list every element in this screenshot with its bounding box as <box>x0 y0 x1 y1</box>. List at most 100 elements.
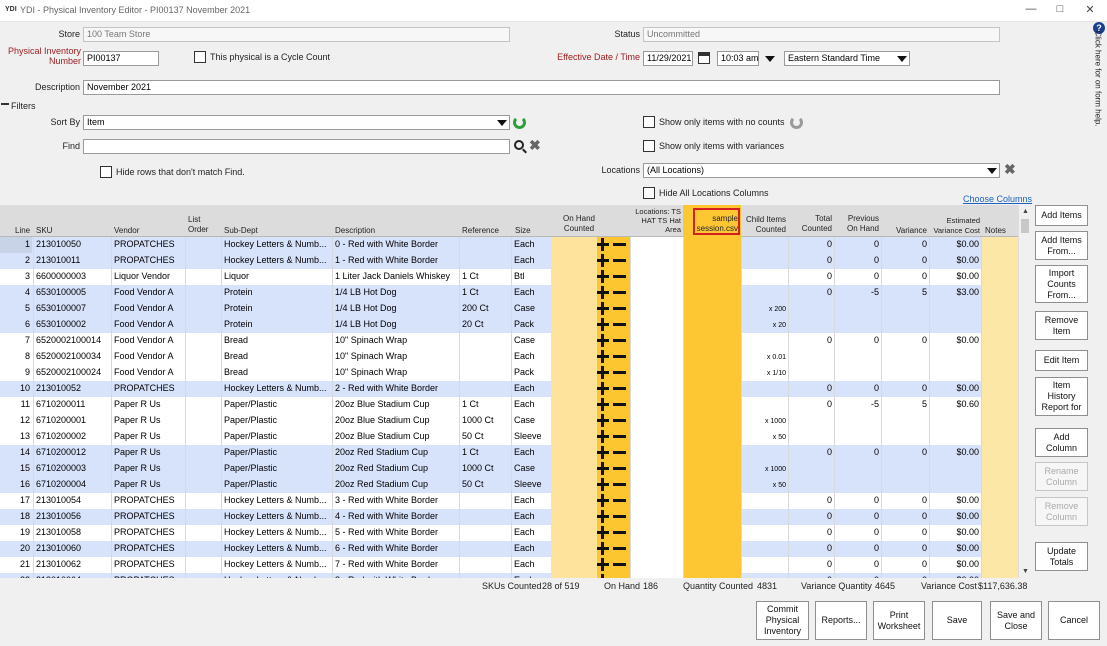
plus-icon[interactable] <box>597 510 609 523</box>
locations-cell[interactable] <box>630 381 683 397</box>
col-line[interactable]: Line <box>15 226 30 236</box>
sample-session-cell[interactable] <box>683 381 741 397</box>
cycle-count-checkbox[interactable] <box>194 51 206 63</box>
notes-cell[interactable] <box>981 509 1018 525</box>
notes-cell[interactable] <box>981 253 1018 269</box>
col-previous-onhand[interactable]: Previous On Hand <box>836 214 879 234</box>
locations-cell[interactable] <box>630 445 683 461</box>
locations-cell[interactable] <box>630 509 683 525</box>
onhand-input-area[interactable] <box>551 333 597 349</box>
plus-icon[interactable] <box>597 350 609 363</box>
minus-icon[interactable] <box>613 275 626 278</box>
plus-icon[interactable] <box>597 526 609 539</box>
close-icon[interactable]: ✕ <box>1082 3 1098 16</box>
minus-icon[interactable] <box>613 483 626 486</box>
clear-locations-icon[interactable]: ✖ <box>1004 161 1016 178</box>
plus-icon[interactable] <box>597 254 609 267</box>
commit-physical-inventory-button[interactable]: Commit Physical Inventory <box>756 601 809 640</box>
onhand-input-area[interactable] <box>551 253 597 269</box>
locations-cell[interactable] <box>630 237 683 253</box>
collapse-icon[interactable] <box>1 103 9 105</box>
onhand-input-area[interactable] <box>551 509 597 525</box>
locations-cell[interactable] <box>630 301 683 317</box>
scroll-up-icon[interactable]: ▲ <box>1022 208 1029 215</box>
table-row[interactable]: 2 213010011 PROPATCHES Hockey Letters & Num… <box>0 253 1018 269</box>
sample-session-cell[interactable] <box>683 541 741 557</box>
sample-session-cell[interactable] <box>683 557 741 573</box>
effective-date-field[interactable]: 11/29/2021 <box>643 51 693 66</box>
locations-cell[interactable] <box>630 317 683 333</box>
sample-session-cell[interactable] <box>683 269 741 285</box>
locations-cell[interactable] <box>630 461 683 477</box>
table-row[interactable]: 12 6710200001 Paper R Us Paper/Plastic 20oz … <box>0 413 1018 429</box>
import-counts-button[interactable]: Import Counts From... <box>1035 265 1088 303</box>
minus-icon[interactable] <box>613 307 626 310</box>
locations-select[interactable]: (All Locations) <box>643 163 1000 178</box>
plus-icon[interactable] <box>597 558 609 571</box>
sample-session-cell[interactable] <box>683 349 741 365</box>
col-reference[interactable]: Reference <box>462 226 499 236</box>
minus-icon[interactable] <box>613 547 626 550</box>
notes-cell[interactable] <box>981 413 1018 429</box>
sortby-select[interactable]: Item <box>83 115 510 130</box>
sample-session-cell[interactable] <box>683 285 741 301</box>
timezone-select[interactable]: Eastern Standard Time <box>784 51 910 66</box>
col-vendor[interactable]: Vendor <box>114 226 139 236</box>
hide-locations-checkbox[interactable] <box>643 187 655 199</box>
plus-icon[interactable] <box>597 366 609 379</box>
notes-cell[interactable] <box>981 333 1018 349</box>
col-list-order[interactable]: List Order <box>188 215 208 235</box>
scroll-down-icon[interactable]: ▼ <box>1022 568 1029 575</box>
onhand-input-area[interactable] <box>551 461 597 477</box>
onhand-input-area[interactable] <box>551 573 597 578</box>
locations-cell[interactable] <box>630 269 683 285</box>
sample-session-cell[interactable] <box>683 253 741 269</box>
notes-cell[interactable] <box>981 573 1018 578</box>
plus-icon[interactable] <box>597 398 609 411</box>
edit-item-button[interactable]: Edit Item <box>1035 350 1088 371</box>
col-variance[interactable]: Variance <box>884 226 927 236</box>
notes-cell[interactable] <box>981 429 1018 445</box>
sample-session-cell[interactable] <box>683 573 741 578</box>
plus-icon[interactable] <box>597 238 609 251</box>
table-row[interactable]: 4 6530100005 Food Vendor A Protein 1/4 LB Ho… <box>0 285 1018 301</box>
save-button[interactable]: Save <box>932 601 982 640</box>
locations-cell[interactable] <box>630 477 683 493</box>
clear-find-icon[interactable]: ✖ <box>529 137 541 154</box>
onhand-input-area[interactable] <box>551 397 597 413</box>
minus-icon[interactable] <box>613 339 626 342</box>
col-sku[interactable]: SKU <box>36 226 52 236</box>
table-row[interactable]: 14 6710200012 Paper R Us Paper/Plastic 20oz … <box>0 445 1018 461</box>
sample-session-cell[interactable] <box>683 413 741 429</box>
notes-cell[interactable] <box>981 269 1018 285</box>
plus-icon[interactable] <box>597 462 609 475</box>
col-onhand-counted[interactable]: On Hand Counted <box>552 214 606 234</box>
col-notes[interactable]: Notes <box>985 226 1006 236</box>
onhand-input-area[interactable] <box>551 445 597 461</box>
grid-scrollbar[interactable]: ▲ ▼ <box>1018 205 1030 578</box>
maximize-icon[interactable]: □ <box>1052 3 1068 15</box>
description-field[interactable]: November 2021 <box>83 80 1000 95</box>
locations-cell[interactable] <box>630 429 683 445</box>
minus-icon[interactable] <box>613 323 626 326</box>
plus-icon[interactable] <box>597 334 609 347</box>
sample-session-cell[interactable] <box>683 445 741 461</box>
plus-icon[interactable] <box>597 478 609 491</box>
minus-icon[interactable] <box>613 259 626 262</box>
table-row[interactable]: 7 6520002100014 Food Vendor A Bread 10" Spin… <box>0 333 1018 349</box>
sample-session-cell[interactable] <box>683 509 741 525</box>
table-row[interactable]: 6 6530100002 Food Vendor A Protein 1/4 LB Ho… <box>0 317 1018 333</box>
table-row[interactable]: 15 6710200003 Paper R Us Paper/Plastic 20oz … <box>0 461 1018 477</box>
table-row[interactable]: 8 6520002100034 Food Vendor A Bread 10" Spin… <box>0 349 1018 365</box>
locations-cell[interactable] <box>630 333 683 349</box>
notes-cell[interactable] <box>981 349 1018 365</box>
minus-icon[interactable] <box>613 563 626 566</box>
plus-icon[interactable] <box>597 494 609 507</box>
locations-cell[interactable] <box>630 573 683 578</box>
locations-cell[interactable] <box>630 413 683 429</box>
minus-icon[interactable] <box>613 499 626 502</box>
notes-cell[interactable] <box>981 285 1018 301</box>
add-items-button[interactable]: Add Items <box>1035 205 1088 226</box>
locations-cell[interactable] <box>630 557 683 573</box>
sample-session-cell[interactable] <box>683 365 741 381</box>
